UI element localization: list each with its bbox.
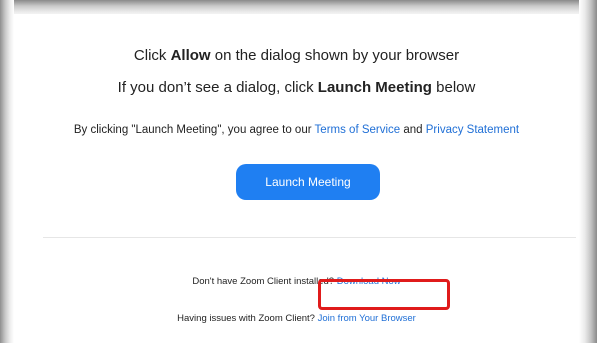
download-notice: Don't have Zoom Client installed? Downlo… — [14, 276, 579, 287]
allow-instruction: Click Allow on the dialog shown by your … — [14, 47, 579, 64]
join-from-browser-link[interactable]: Join from Your Browser — [318, 313, 416, 324]
allow-instruction-prefix: Click — [133, 47, 171, 64]
allow-instruction-suffix: on the dialog shown by your browser — [210, 47, 460, 64]
window-shadow-left — [0, 0, 14, 343]
launch-instruction-prefix: If you don’t see a dialog, click — [117, 79, 318, 96]
divider — [43, 237, 576, 238]
terms-of-service-link[interactable]: Terms of Service — [315, 124, 401, 136]
launch-keyword: Launch Meeting — [317, 79, 432, 96]
launch-instruction: If you don’t see a dialog, click Launch … — [14, 79, 579, 96]
screenshot-frame: Click Allow on the dialog shown by your … — [0, 0, 597, 343]
launch-instruction-suffix: below — [431, 79, 476, 96]
browser-notice: Having issues with Zoom Client? Join fro… — [14, 313, 579, 324]
browser-prefix: Having issues with Zoom Client? — [177, 313, 318, 324]
terms-notice: By clicking "Launch Meeting", you agree … — [14, 124, 579, 136]
privacy-statement-link[interactable]: Privacy Statement — [426, 124, 519, 136]
download-now-link[interactable]: Download Now — [337, 276, 401, 287]
terms-middle: and — [400, 124, 426, 136]
window-shadow-right — [579, 0, 597, 343]
launch-page: Click Allow on the dialog shown by your … — [14, 14, 579, 343]
download-prefix: Don't have Zoom Client installed? — [192, 276, 337, 287]
terms-prefix: By clicking "Launch Meeting", you agree … — [73, 124, 315, 136]
allow-keyword: Allow — [170, 47, 211, 64]
launch-meeting-button[interactable]: Launch Meeting — [236, 164, 380, 200]
